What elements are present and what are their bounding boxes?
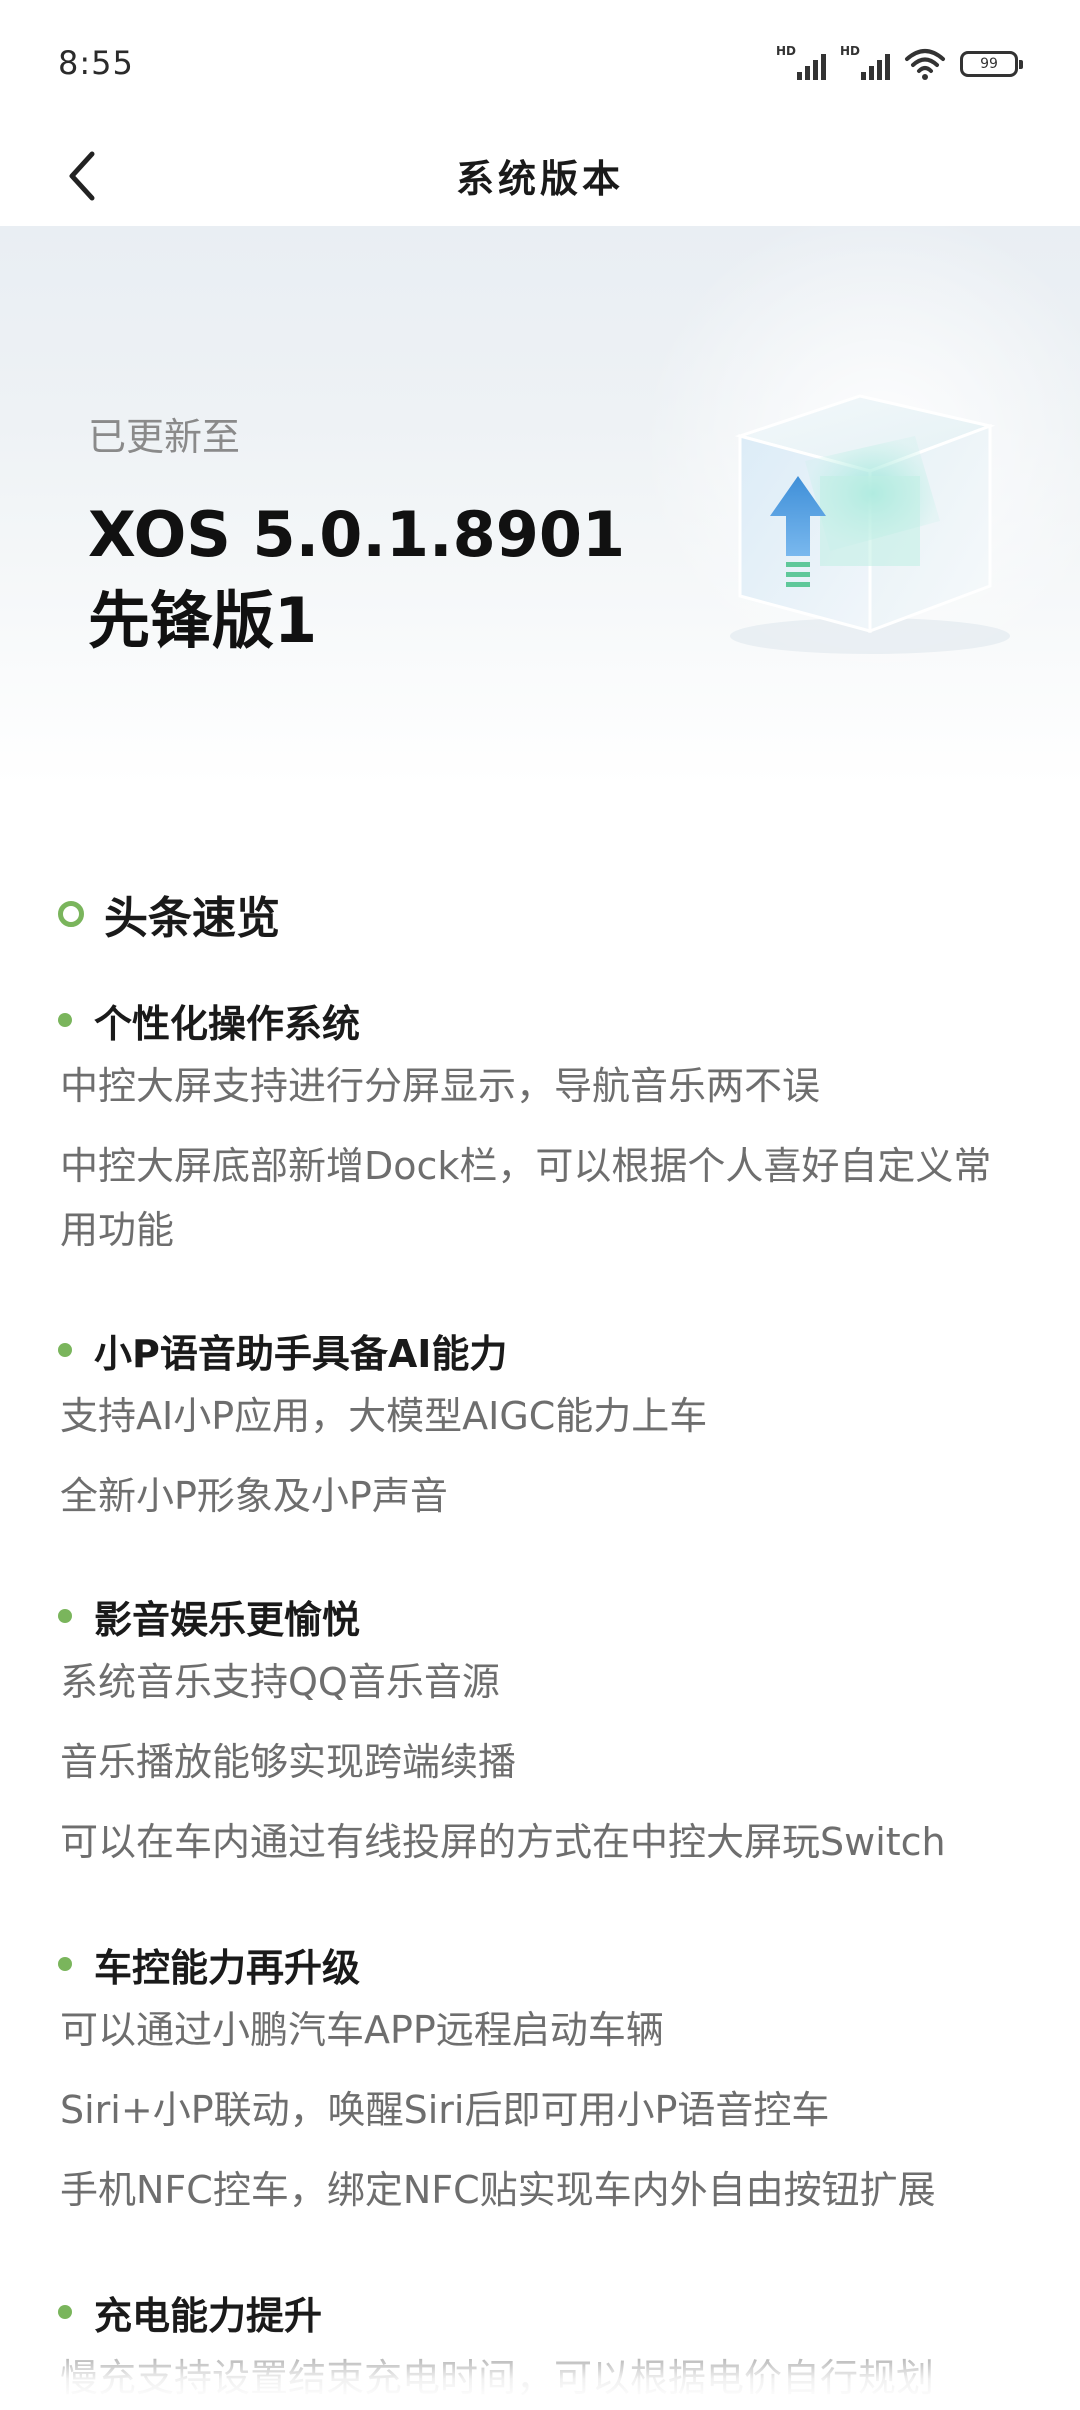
feature-line: 系统音乐支持QQ音乐音源	[60, 1660, 500, 1704]
signal-hd-label: HD	[776, 44, 797, 58]
section-title: 头条速览	[104, 893, 280, 944]
feature-line: Siri+小P联动，唤醒Siri后即可用小P语音控车	[60, 2088, 830, 2132]
page-title: 系统版本	[455, 157, 624, 201]
battery-level: 99	[980, 56, 998, 72]
dot-bullet-icon	[58, 1957, 72, 1971]
battery-icon: 99	[960, 51, 1023, 77]
feature-heading: 车控能力再升级	[58, 1936, 360, 1992]
feature-line: 支持AI小P应用，大模型AIGC能力上车	[60, 1394, 708, 1438]
section-header: 头条速览	[58, 882, 280, 946]
feature-line: 可以在车内通过有线投屏的方式在中控大屏玩Switch	[60, 1820, 946, 1864]
feature-line: 中控大屏底部新增Dock栏，可以根据个人喜好自定义常用功能	[60, 1144, 992, 1252]
app-header: 系统版本	[0, 130, 1080, 226]
dot-bullet-icon	[58, 1609, 72, 1623]
feature-line: 音乐播放能够实现跨端续播	[60, 1740, 517, 1784]
feature-heading: 影音娱乐更愉悦	[58, 1588, 360, 1644]
dot-bullet-icon	[58, 2305, 72, 2319]
feature-line: 手机NFC控车，绑定NFC贴实现车内外自由按钮扩展	[60, 2168, 936, 2212]
status-time: 8:55	[58, 44, 134, 82]
signal-hd-label: HD	[840, 44, 861, 58]
feature-heading: 小P语音助手具备AI能力	[58, 1322, 507, 1378]
cellular-signal-icon: HD	[776, 44, 826, 82]
update-cube-icon	[730, 394, 1010, 654]
feature-line: 可以通过小鹏汽车APP远程启动车辆	[60, 2008, 664, 2052]
version-hero: 已更新至 XOS 5.0.1.8901 先锋版1	[0, 226, 1080, 786]
version-number: XOS 5.0.1.8901	[88, 498, 626, 571]
feature-title: 小P语音助手具备AI能力	[94, 1331, 508, 1376]
updated-to-label: 已更新至	[88, 415, 241, 459]
version-name: XOS 5.0.1.8901 先锋版1	[88, 492, 625, 664]
dot-bullet-icon	[58, 1343, 72, 1357]
status-icons: HD HD 99	[776, 44, 1023, 84]
feature-line: 全新小P形象及小P声音	[60, 1474, 448, 1518]
version-channel: 先锋版1	[88, 584, 318, 657]
feature-title: 个性化操作系统	[94, 1001, 361, 1046]
feature-title: 影音娱乐更愉悦	[94, 1597, 361, 1642]
ring-bullet-icon	[58, 901, 84, 927]
wifi-icon	[905, 49, 945, 80]
status-bar: 8:55 HD HD 99	[0, 0, 1080, 130]
feature-heading: 个性化操作系统	[58, 992, 360, 1048]
dot-bullet-icon	[58, 1013, 72, 1027]
feature-title: 车控能力再升级	[94, 1945, 361, 1990]
scroll-fade	[0, 2330, 1080, 2400]
cellular-signal-icon: HD	[840, 44, 890, 82]
feature-line: 中控大屏支持进行分屏显示，导航音乐两不误	[60, 1064, 821, 1108]
